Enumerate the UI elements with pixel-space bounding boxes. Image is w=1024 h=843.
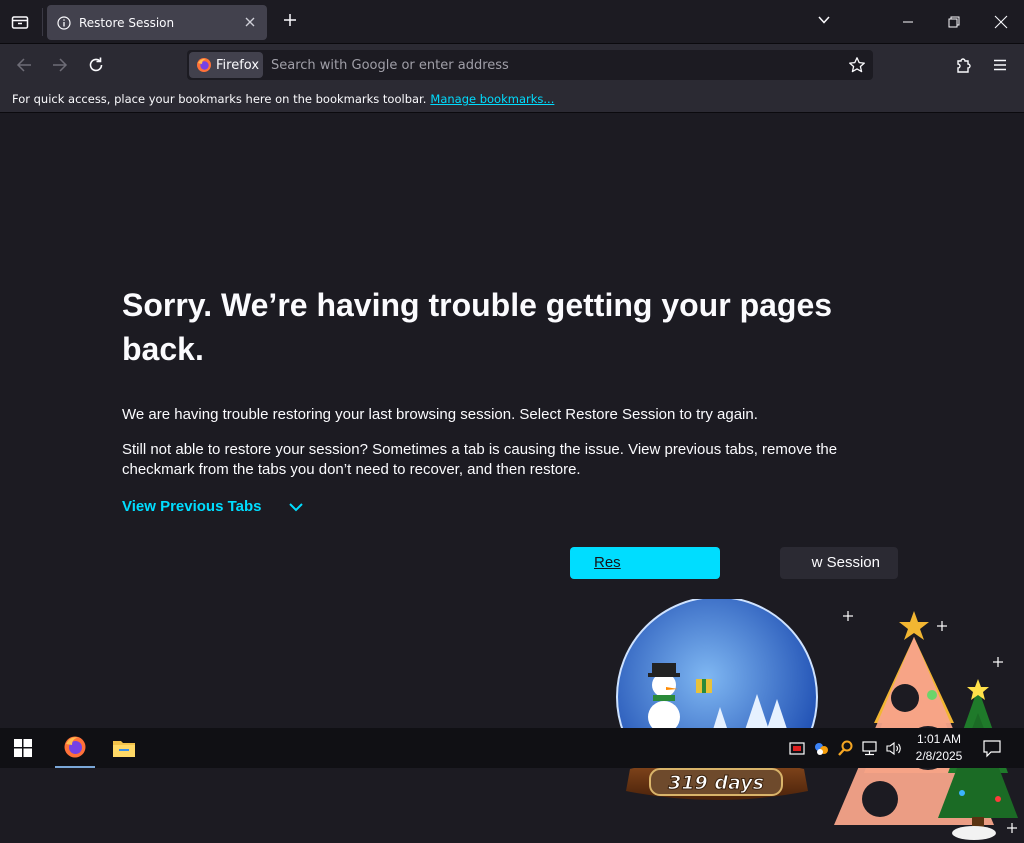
bookmarks-toolbar: For quick access, place your bookmarks h… bbox=[0, 86, 1024, 113]
start-button[interactable] bbox=[14, 739, 32, 757]
page-title: Sorry. We’re having trouble getting your… bbox=[122, 287, 833, 367]
close-icon bbox=[994, 15, 1008, 29]
error-description: We are having trouble restoring your las… bbox=[122, 406, 758, 423]
notifications-button[interactable] bbox=[982, 738, 1002, 758]
firefox-logo-icon bbox=[197, 58, 211, 72]
puzzle-icon bbox=[957, 58, 971, 73]
restore-window-icon bbox=[948, 16, 960, 28]
tab-title: Restore Session bbox=[79, 15, 175, 30]
close-icon bbox=[245, 17, 255, 27]
christmas-tree-decoration bbox=[834, 611, 1018, 840]
extensions-button[interactable] bbox=[954, 55, 974, 75]
taskbar-firefox[interactable] bbox=[55, 728, 95, 768]
firefox-view-button[interactable] bbox=[8, 10, 32, 34]
minimize-button[interactable] bbox=[900, 14, 916, 30]
restore-window-button[interactable] bbox=[946, 14, 962, 30]
new-tab-button[interactable] bbox=[280, 12, 300, 32]
identity-label: Firefox bbox=[216, 57, 260, 73]
reload-icon bbox=[89, 57, 103, 72]
restore-session-button[interactable]: Res bbox=[570, 547, 720, 579]
volume-icon[interactable] bbox=[884, 739, 903, 758]
system-tray bbox=[788, 738, 903, 758]
bookmark-star-button[interactable] bbox=[848, 56, 866, 74]
page-content: Sorry. We’re having trouble getting your… bbox=[0, 113, 1024, 840]
windows-logo-icon bbox=[14, 739, 32, 757]
tab-strip: Restore Session bbox=[0, 0, 1024, 44]
identity-box[interactable]: Firefox bbox=[189, 52, 263, 78]
clock-date: 2/8/2025 bbox=[915, 749, 963, 763]
firefox-view-icon bbox=[11, 16, 29, 29]
manage-bookmarks-link[interactable]: Manage bookmarks... bbox=[430, 92, 554, 106]
start-new-session-button[interactable]: w Session bbox=[780, 547, 898, 579]
hamburger-menu-icon bbox=[994, 59, 1006, 71]
forward-button[interactable] bbox=[50, 55, 70, 75]
reload-button[interactable] bbox=[86, 55, 106, 75]
bookmarks-toolbar-message: For quick access, place your bookmarks h… bbox=[12, 92, 427, 106]
snowglobe-days-counter: 319 days bbox=[668, 772, 764, 794]
action-center-security-icon[interactable] bbox=[788, 739, 807, 758]
list-all-tabs-button[interactable] bbox=[816, 12, 836, 32]
tab-restore-session[interactable]: Restore Session bbox=[47, 5, 267, 40]
notification-icon bbox=[983, 740, 1001, 758]
minimize-icon bbox=[903, 21, 913, 23]
chevron-down-icon bbox=[818, 16, 830, 24]
tray-app-icon[interactable] bbox=[812, 739, 831, 758]
url-input[interactable] bbox=[271, 50, 831, 80]
firefox-icon bbox=[64, 736, 86, 758]
view-previous-tabs-label: View Previous Tabs bbox=[122, 498, 262, 515]
taskbar-file-explorer[interactable] bbox=[104, 728, 144, 768]
address-bar[interactable]: Firefox bbox=[187, 50, 873, 80]
navigation-toolbar: Firefox bbox=[0, 44, 1024, 86]
search-tray-icon[interactable] bbox=[836, 739, 855, 758]
file-explorer-icon bbox=[113, 741, 135, 757]
clock[interactable]: 1:01 AM 2/8/2025 bbox=[906, 731, 972, 765]
plus-icon bbox=[284, 14, 296, 26]
close-tab-button[interactable] bbox=[243, 15, 257, 29]
back-button[interactable] bbox=[14, 55, 34, 75]
close-window-button[interactable] bbox=[992, 13, 1010, 31]
arrow-right-icon bbox=[53, 58, 68, 72]
star-icon bbox=[849, 57, 865, 73]
network-icon[interactable] bbox=[860, 739, 879, 758]
error-help-text: Still not able to restore your session? … bbox=[122, 441, 838, 478]
chevron-down-icon bbox=[288, 502, 303, 511]
view-previous-tabs-toggle[interactable]: View Previous Tabs bbox=[122, 498, 304, 515]
taskbar: 1:01 AM 2/8/2025 bbox=[0, 728, 1024, 768]
app-menu-button[interactable] bbox=[990, 55, 1010, 75]
clock-time: 1:01 AM bbox=[916, 732, 962, 746]
snowglobe-gadget[interactable]: 319 days bbox=[612, 599, 822, 817]
arrow-left-icon bbox=[16, 58, 31, 72]
info-icon bbox=[57, 15, 71, 30]
tab-separator bbox=[42, 8, 43, 36]
